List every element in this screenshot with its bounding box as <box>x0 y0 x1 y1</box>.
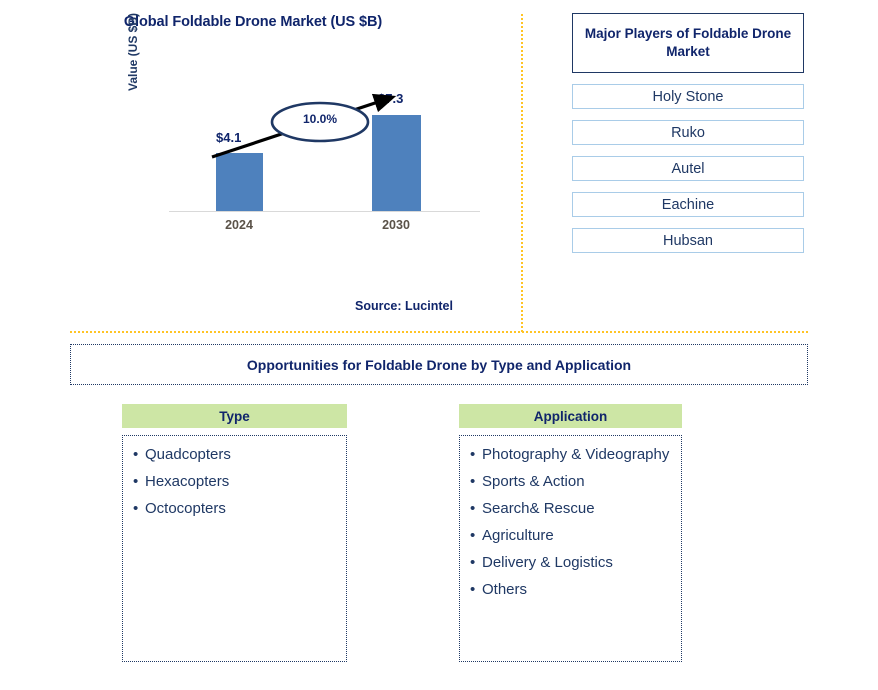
bar-2024 <box>216 153 263 211</box>
player-label: Ruko <box>671 124 705 141</box>
bar-2030 <box>372 115 421 211</box>
application-list: Photography & Videography Sports & Actio… <box>470 445 681 600</box>
player-item-ruko: Ruko <box>572 120 804 145</box>
list-item: Hexacopters <box>133 472 346 492</box>
column-header-application: Application <box>459 404 682 428</box>
major-players-header: Major Players of Foldable Drone Market <box>572 13 804 73</box>
bar-chart-plot: Value (US $B) $4.1 $7.3 2024 2030 10.0% <box>126 13 480 232</box>
list-item: Others <box>470 580 681 600</box>
y-axis-label: Value (US $B) <box>126 12 140 91</box>
x-axis-line <box>169 211 480 212</box>
source-label: Source: Lucintel <box>355 299 453 313</box>
chart-panel: Global Foldable Drone Market (US $B) Val… <box>0 0 506 330</box>
player-item-hubsan: Hubsan <box>572 228 804 253</box>
list-item: Search& Rescue <box>470 499 681 519</box>
cagr-arrow-icon <box>211 93 397 159</box>
chart-title: Global Foldable Drone Market (US $B) <box>123 14 383 30</box>
player-item-autel: Autel <box>572 156 804 181</box>
bar-value-2030: $7.3 <box>378 91 404 106</box>
horizontal-divider <box>70 331 808 333</box>
list-item: Quadcopters <box>133 445 346 465</box>
column-header-type: Type <box>122 404 347 428</box>
player-item-eachine: Eachine <box>572 192 804 217</box>
opportunities-banner: Opportunities for Foldable Drone by Type… <box>70 344 808 385</box>
cagr-label: 10.0% <box>302 112 338 126</box>
type-list-box: Quadcopters Hexacopters Octocopters <box>122 435 347 662</box>
list-item: Octocopters <box>133 499 346 519</box>
list-item: Photography & Videography <box>470 445 681 465</box>
player-label: Eachine <box>661 196 715 213</box>
x-tick-2024: 2024 <box>225 218 253 232</box>
application-list-box: Photography & Videography Sports & Actio… <box>459 435 682 662</box>
type-list: Quadcopters Hexacopters Octocopters <box>133 445 346 519</box>
player-label: Holy Stone <box>652 88 724 105</box>
player-label: Autel <box>671 160 705 177</box>
x-tick-2030: 2030 <box>382 218 410 232</box>
player-item-holy-stone: Holy Stone <box>572 84 804 109</box>
list-item: Agriculture <box>470 526 681 546</box>
list-item: Delivery & Logistics <box>470 553 681 573</box>
list-item: Sports & Action <box>470 472 681 492</box>
major-players-panel: Major Players of Foldable Drone Market H… <box>572 13 804 253</box>
player-label: Hubsan <box>663 232 713 249</box>
bar-value-2024: $4.1 <box>216 130 242 145</box>
vertical-divider <box>521 14 523 332</box>
